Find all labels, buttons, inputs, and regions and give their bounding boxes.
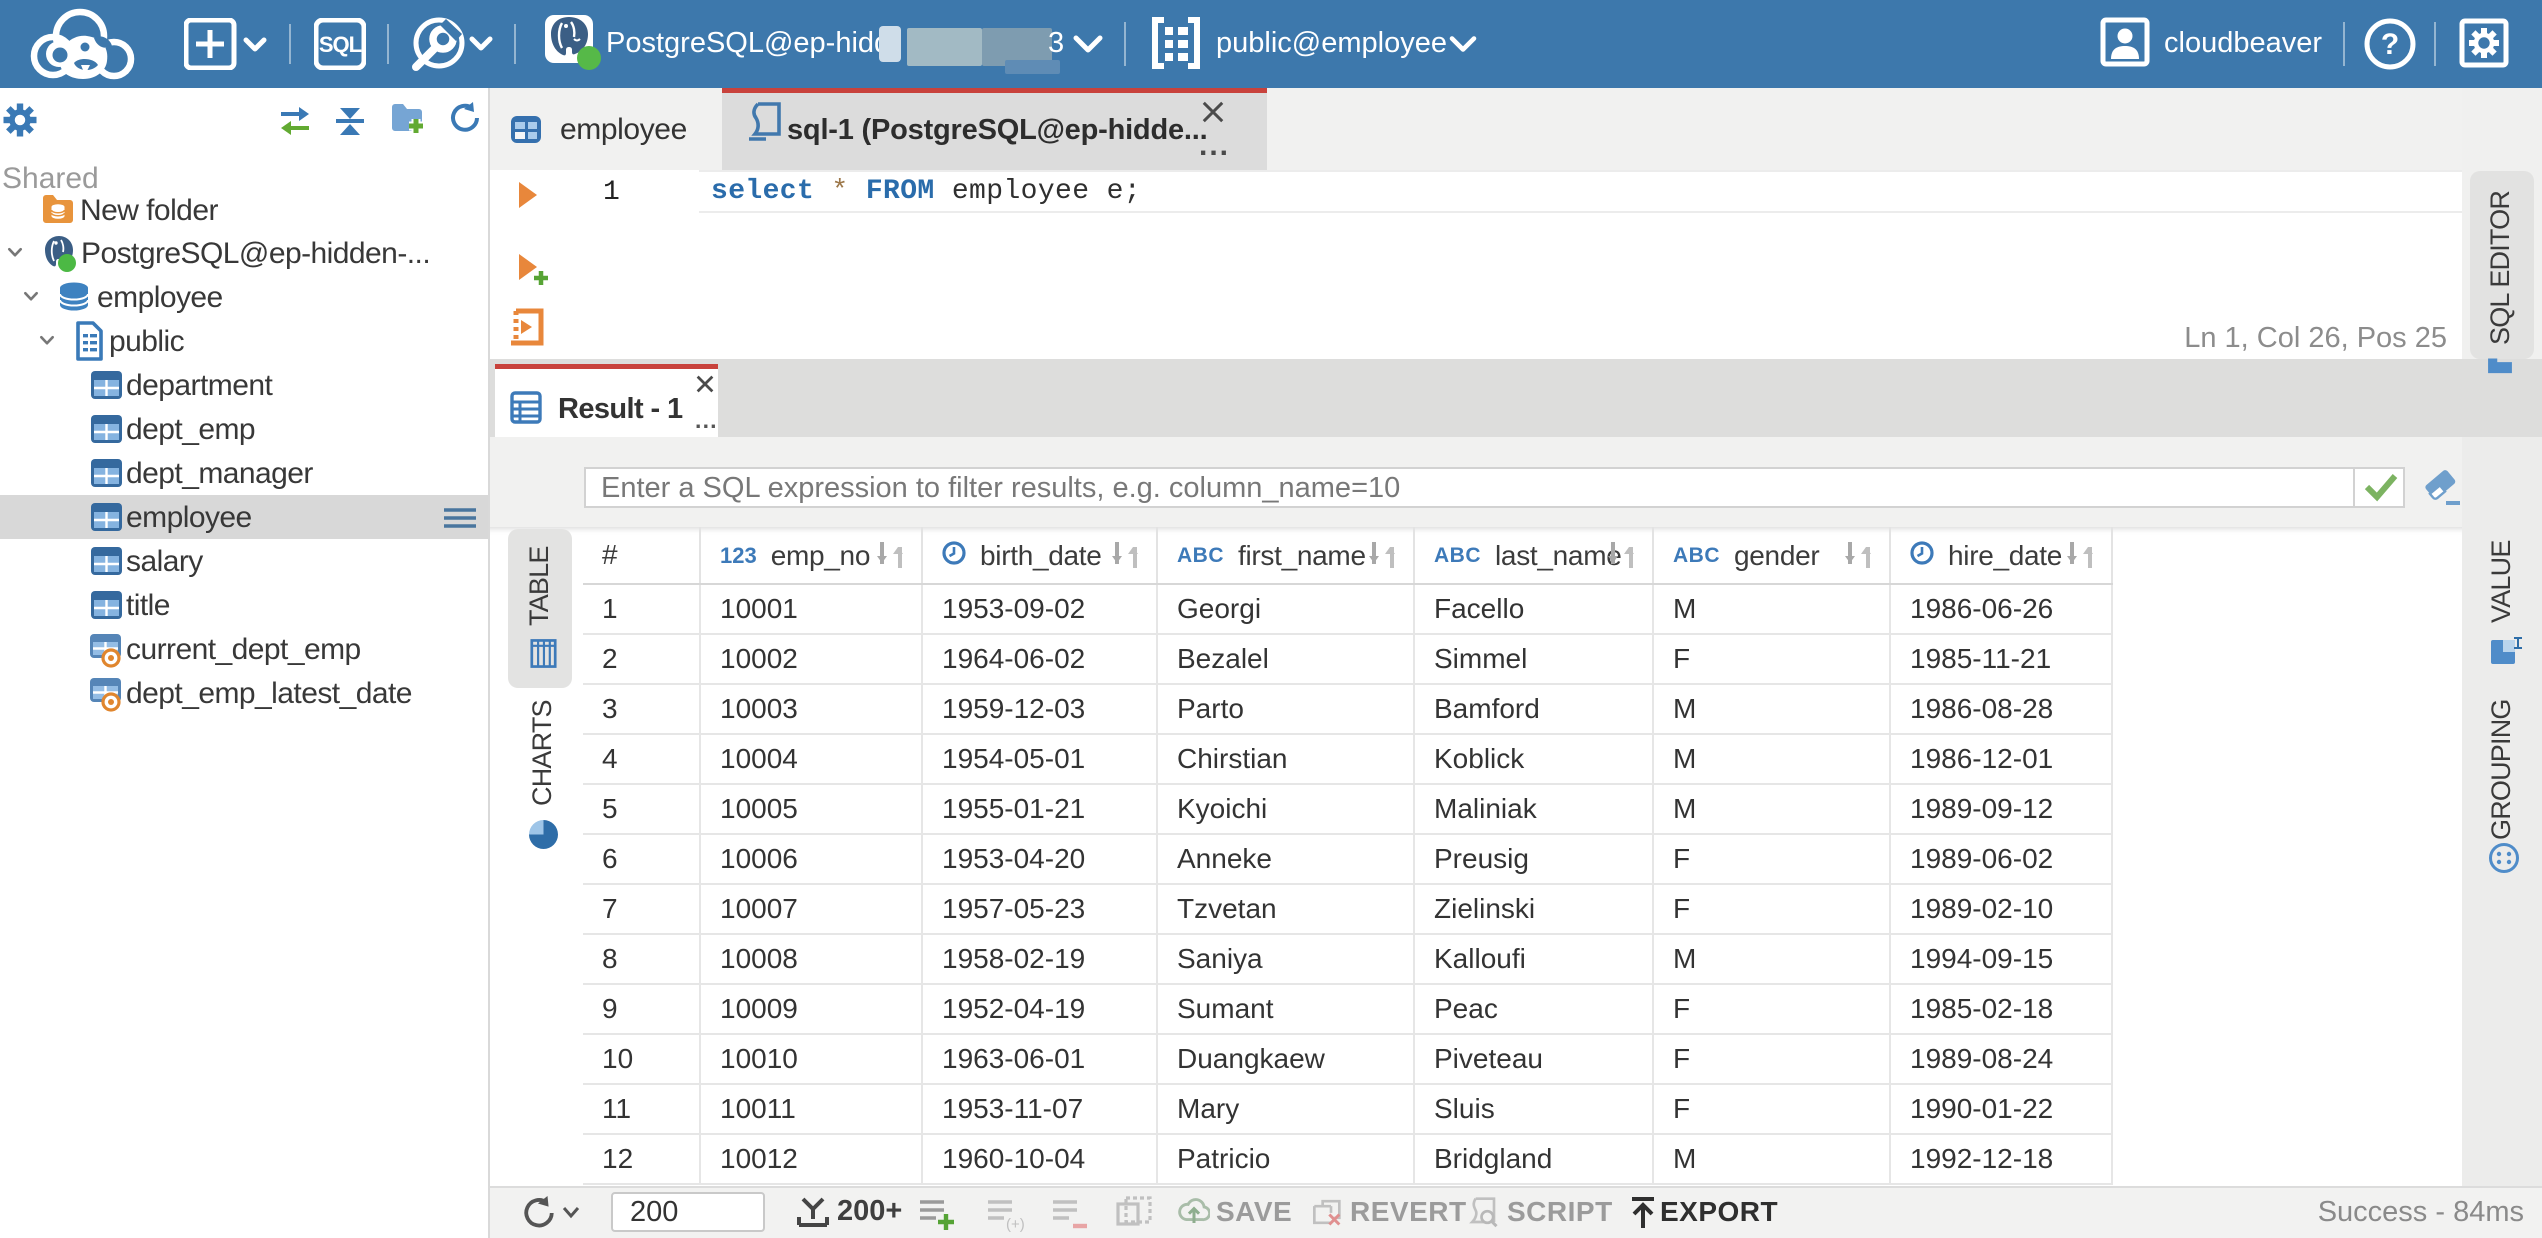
svg-text:(+): (+)	[1006, 1216, 1024, 1232]
svg-text:SQL: SQL	[319, 32, 362, 57]
svg-text:?: ?	[2381, 28, 2399, 61]
